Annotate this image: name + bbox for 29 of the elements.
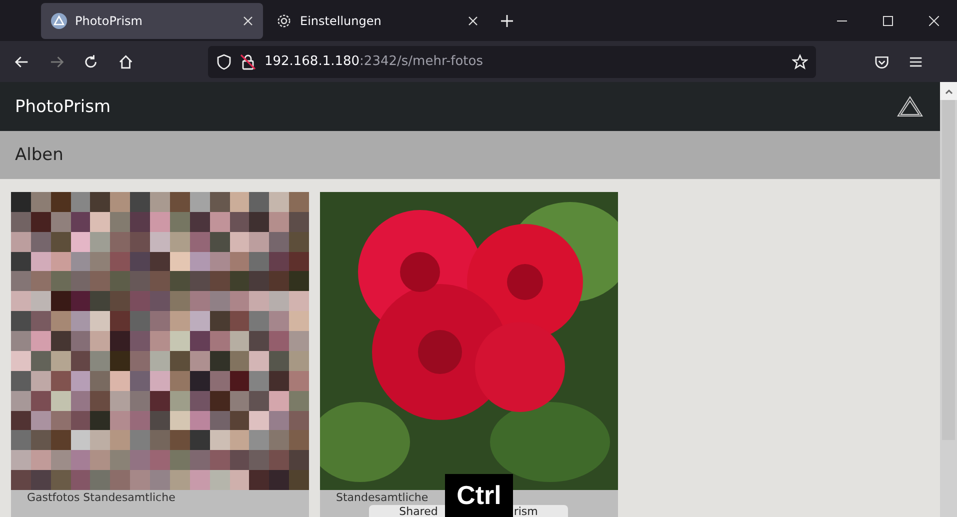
browser-tab[interactable]: PhotoPrism <box>41 2 263 38</box>
prism-logo-icon <box>51 12 67 28</box>
close-icon[interactable] <box>468 16 478 26</box>
star-icon[interactable] <box>792 54 808 70</box>
page-title: Alben <box>15 145 64 165</box>
scrollbar[interactable] <box>940 82 957 517</box>
back-arrow-icon[interactable] <box>14 54 30 70</box>
toast-text: rism <box>514 504 538 517</box>
forward-arrow-icon[interactable] <box>48 54 64 70</box>
triangle-logo-icon <box>897 96 923 118</box>
insecure-lock-icon <box>240 54 256 70</box>
app-title: PhotoPrism <box>15 96 111 116</box>
key-overlay: Ctrl <box>445 474 513 517</box>
album-card[interactable]: Gastfotos Standesamtliche <box>11 192 309 517</box>
close-icon[interactable] <box>243 16 253 26</box>
close-icon[interactable] <box>929 16 939 26</box>
shield-icon <box>216 54 232 70</box>
settings-icon <box>276 12 292 28</box>
browser-tab[interactable]: Einstellungen <box>266 2 488 38</box>
reload-icon[interactable] <box>83 54 99 70</box>
new-tab-icon[interactable] <box>501 14 513 26</box>
maximize-icon[interactable] <box>883 16 893 26</box>
home-icon[interactable] <box>118 54 134 70</box>
url-text: 192.168.1.180:2342/s/mehr-fotos <box>264 54 484 69</box>
pocket-icon[interactable] <box>874 54 890 70</box>
album-caption: Standesamtliche <box>336 491 428 504</box>
toast-text: Shared <box>399 504 438 517</box>
album-caption: Gastfotos Standesamtliche <box>27 491 176 504</box>
address-bar[interactable]: 192.168.1.180:2342/s/mehr-fotos <box>208 46 816 78</box>
